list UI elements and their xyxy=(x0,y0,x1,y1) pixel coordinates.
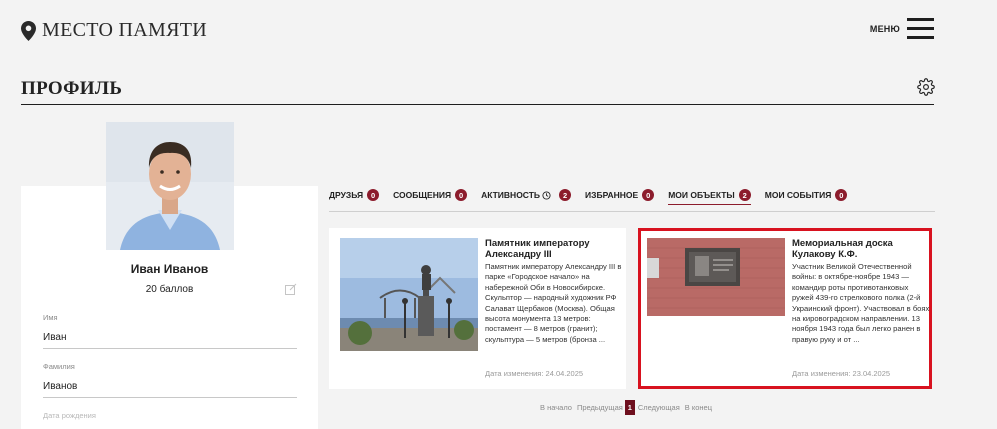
map-pin-icon xyxy=(21,20,36,41)
pagination: В начало Предыдущая 1 Следующая В конец xyxy=(540,400,717,415)
tab-activity[interactable]: АКТИВНОСТЬ 2 xyxy=(481,186,572,204)
avatar xyxy=(106,122,234,250)
object-photo xyxy=(340,238,478,351)
profile-points: 20 баллов xyxy=(145,284,194,295)
object-date: Дата изменения: 24.04.2025 xyxy=(485,369,584,378)
tab-count-badge: 2 xyxy=(559,189,572,201)
object-title[interactable]: Мемориальная доска Кулакову К.Ф. xyxy=(792,238,924,260)
tab-friends[interactable]: ДРУЗЬЯ 0 xyxy=(329,186,380,204)
tab-count-badge: 0 xyxy=(835,189,848,201)
pagination-prev[interactable]: Предыдущая xyxy=(577,403,623,412)
tab-label: МОИ ОБЪЕКТЫ xyxy=(668,190,735,200)
tab-label: МОИ СОБЫТИЯ xyxy=(764,190,832,200)
pagination-first[interactable]: В начало xyxy=(540,403,572,412)
pagination-last[interactable]: В конец xyxy=(685,403,712,412)
object-description: Участник Великой Отечественной войны: в … xyxy=(792,262,930,344)
object-date: Дата изменения: 23.04.2025 xyxy=(792,369,891,378)
pagination-current-page[interactable]: 1 xyxy=(624,400,635,415)
tab-my-events[interactable]: МОИ СОБЫТИЯ 0 xyxy=(765,186,848,204)
tab-count-badge: 2 xyxy=(738,189,751,201)
object-photo xyxy=(647,238,785,316)
page-title: ПРОФИЛЬ xyxy=(21,78,123,99)
tab-my-objects[interactable]: МОИ ОБЪЕКТЫ 2 xyxy=(668,186,751,205)
menu-button[interactable]: МЕНЮ xyxy=(870,18,934,39)
field-value: Иван xyxy=(43,332,67,343)
profile-tabs: ДРУЗЬЯ 0 СООБЩЕНИЯ 0 АКТИВНОСТЬ 2 ИЗБРАН… xyxy=(329,186,861,205)
profile-name: Иван Иванов xyxy=(130,262,209,276)
edit-icon[interactable] xyxy=(285,283,297,295)
birth-date-field[interactable]: Дата рождения xyxy=(43,411,96,420)
clock-icon xyxy=(542,190,551,200)
field-value: Иванов xyxy=(43,381,78,392)
field-label: Имя xyxy=(43,313,58,322)
tab-count-badge: 0 xyxy=(367,189,380,201)
last-name-field[interactable]: Фамилия Иванов xyxy=(43,362,297,398)
tab-label: АКТИВНОСТЬ xyxy=(481,190,541,200)
tab-label: ИЗБРАННОЕ xyxy=(585,190,639,200)
tabs-divider xyxy=(329,211,935,212)
field-label: Фамилия xyxy=(43,362,75,371)
tab-count-badge: 0 xyxy=(642,189,655,201)
settings-gear-icon[interactable] xyxy=(917,78,935,96)
first-name-field[interactable]: Имя Иван xyxy=(43,313,297,349)
tab-count-badge: 0 xyxy=(455,189,468,201)
tab-label: ДРУЗЬЯ xyxy=(329,190,364,200)
site-logo[interactable]: МЕСТО ПАМЯТИ xyxy=(21,19,207,42)
pagination-next[interactable]: Следующая xyxy=(638,403,680,412)
object-title[interactable]: Памятник императору Александру III xyxy=(485,238,617,260)
tab-favorites[interactable]: ИЗБРАННОЕ 0 xyxy=(585,186,655,204)
tab-messages[interactable]: СООБЩЕНИЯ 0 xyxy=(393,186,468,204)
menu-label: МЕНЮ xyxy=(869,23,900,34)
title-divider xyxy=(21,104,934,105)
object-card[interactable]: Мемориальная доска Кулакову К.Ф. Участни… xyxy=(638,228,932,389)
object-description: Памятник императору Александру III в пар… xyxy=(485,262,622,344)
hamburger-menu-icon[interactable] xyxy=(907,18,934,39)
object-card[interactable]: Памятник императору Александру III Памят… xyxy=(329,228,626,389)
brand-name: МЕСТО ПАМЯТИ xyxy=(42,19,208,41)
tab-label: СООБЩЕНИЯ xyxy=(393,190,452,200)
